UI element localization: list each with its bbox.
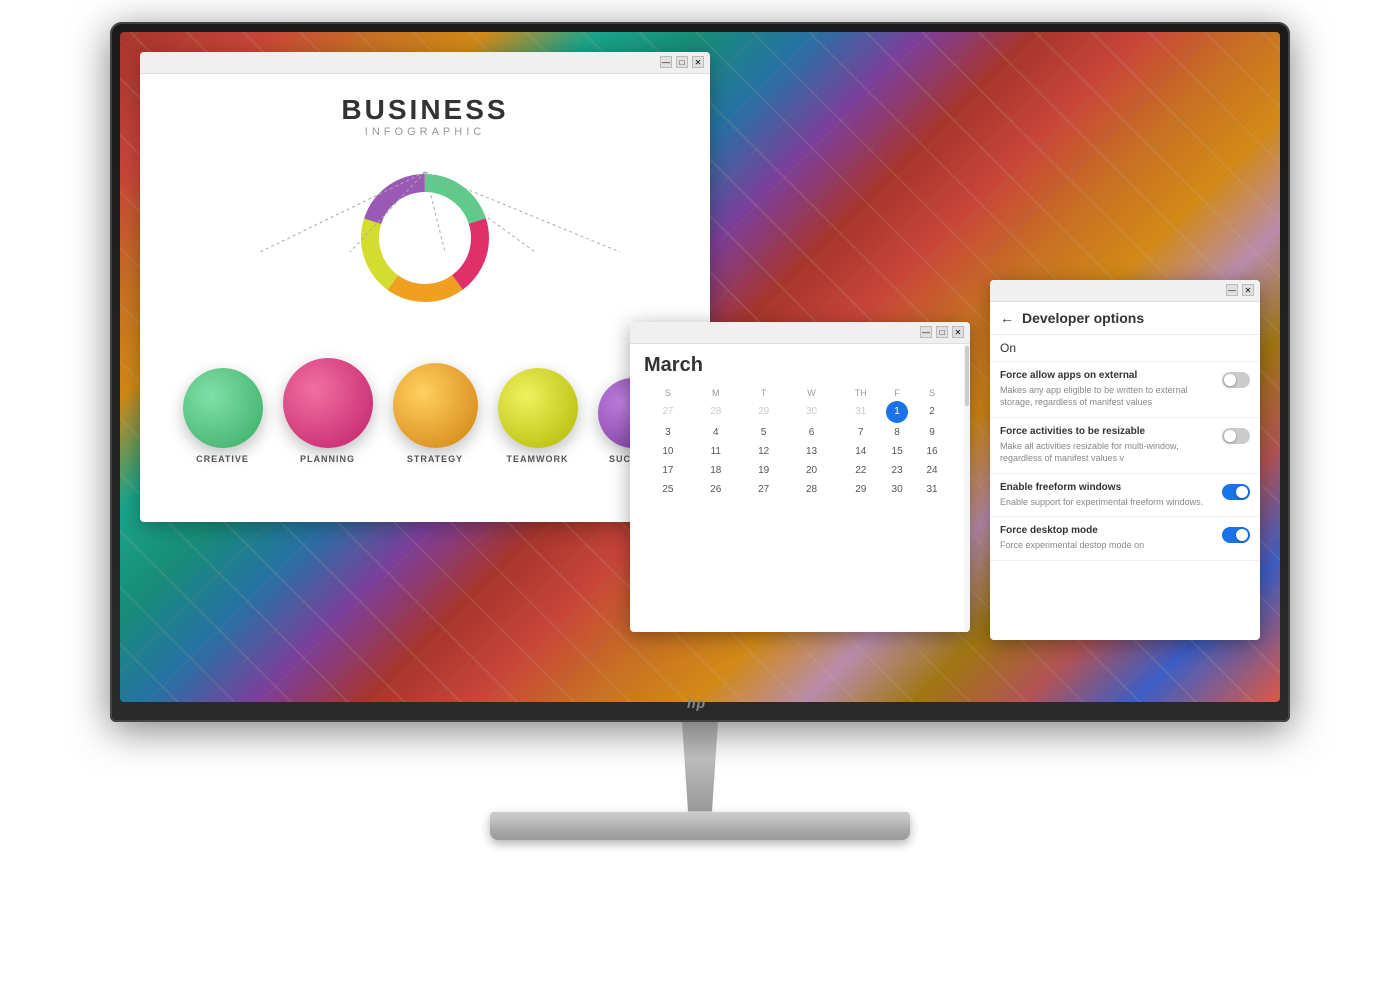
minimize-button[interactable]: —: [660, 56, 672, 68]
devopt-item-text-3: Enable freeform windows Enable support f…: [1000, 482, 1214, 509]
cal-close-button[interactable]: ✕: [952, 326, 964, 338]
devopt-item-title-2: Force activities to be resizable: [1000, 426, 1214, 437]
day-header-th: TH: [835, 385, 886, 401]
maximize-button[interactable]: □: [676, 56, 688, 68]
circle-ball-creative: [183, 368, 263, 448]
circle-planning: PLANNING: [283, 358, 373, 464]
devopt-item-desc-1: Makes any app eligible to be written to …: [1000, 384, 1214, 409]
devopt-title: Developer options: [1022, 310, 1144, 326]
devopt-item-desc-2: Make all activities resizable for multi-…: [1000, 440, 1214, 465]
circle-ball-strategy: [393, 363, 478, 448]
toggle-3[interactable]: [1222, 484, 1250, 500]
circle-ball-teamwork: [498, 368, 578, 448]
circle-strategy: STRATEGY: [393, 363, 478, 464]
cal-minimize-button[interactable]: —: [920, 326, 932, 338]
calendar-week-1: 27 28 29 30 31 1 2: [644, 401, 956, 423]
calendar-titlebar: — □ ✕: [630, 322, 970, 344]
hp-logo: hp: [685, 692, 715, 717]
calendar-week-5: 25 26 27 28 29 30 31: [644, 480, 956, 499]
day-header-f: F: [886, 385, 908, 401]
close-button[interactable]: ✕: [692, 56, 704, 68]
day-header-m: M: [692, 385, 740, 401]
calendar-month: March: [644, 354, 956, 377]
back-icon[interactable]: ←: [1000, 310, 1014, 326]
infographic-title: BUSINESS INFOGRAPHIC: [341, 94, 508, 138]
calendar-grid: S M T W TH F S 27: [644, 385, 956, 499]
devopt-status: On: [990, 335, 1260, 362]
circle-label-strategy: STRATEGY: [407, 454, 463, 464]
monitor-wrapper: — □ ✕ BUSINESS INFOGRAPHIC: [100, 22, 1300, 962]
developer-options-window[interactable]: — ✕ ← Developer options On Force allow a…: [990, 280, 1260, 640]
devopt-titlebar: — ✕: [990, 280, 1260, 302]
toggle-1[interactable]: [1222, 372, 1250, 388]
cal-maximize-button[interactable]: □: [936, 326, 948, 338]
devopt-item-text-2: Force activities to be resizable Make al…: [1000, 426, 1214, 465]
day-header-t1: T: [740, 385, 788, 401]
calendar-week-3: 10 11 12 13 14 15 16: [644, 442, 956, 461]
title-sub: INFOGRAPHIC: [341, 126, 508, 138]
circle-ball-planning: [283, 358, 373, 448]
monitor-bezel: — □ ✕ BUSINESS INFOGRAPHIC: [110, 22, 1290, 722]
calendar-scrollbar-thumb[interactable]: [965, 346, 969, 406]
circle-creative: CREATIVE: [183, 368, 263, 464]
donut-chart: [345, 158, 505, 318]
devopt-item-title-4: Force desktop mode: [1000, 525, 1214, 536]
devopt-item-3: Enable freeform windows Enable support f…: [990, 474, 1260, 518]
svg-text:hp: hp: [687, 695, 706, 711]
devopt-minimize-button[interactable]: —: [1226, 284, 1238, 296]
toggle-4[interactable]: [1222, 527, 1250, 543]
circle-label-creative: CREATIVE: [196, 454, 249, 464]
devopt-item-1: Force allow apps on external Makes any a…: [990, 362, 1260, 418]
monitor-stand-neck: [670, 722, 730, 812]
devopt-item-desc-3: Enable support for experimental freeform…: [1000, 496, 1214, 509]
day-header-w: W: [788, 385, 836, 401]
calendar-week-4: 17 18 19 20 22 23 24: [644, 461, 956, 480]
devopt-close-button[interactable]: ✕: [1242, 284, 1254, 296]
infographic-titlebar: — □ ✕: [140, 52, 710, 74]
calendar-scrollbar[interactable]: [964, 344, 970, 632]
circles-row: CREATIVE PLANNING STRATEGY TEAMWORK: [183, 358, 668, 464]
monitor-stand-base: [490, 812, 910, 840]
devopt-item-text-4: Force desktop mode Force experimental de…: [1000, 525, 1214, 552]
devopt-item-title-1: Force allow apps on external: [1000, 370, 1214, 381]
devopt-item-2: Force activities to be resizable Make al…: [990, 418, 1260, 474]
circle-teamwork: TEAMWORK: [498, 368, 578, 464]
calendar-window[interactable]: — □ ✕ March S M T W TH: [630, 322, 970, 632]
circle-label-teamwork: TEAMWORK: [507, 454, 569, 464]
circle-label-planning: PLANNING: [300, 454, 355, 464]
devopt-item-desc-4: Force experimental destop mode on: [1000, 539, 1214, 552]
devopt-header: ← Developer options: [990, 302, 1260, 335]
calendar-week-2: 3 4 5 6 7 8 9: [644, 423, 956, 442]
toggle-2[interactable]: [1222, 428, 1250, 444]
infographic-content: BUSINESS INFOGRAPHIC: [140, 74, 710, 522]
infographic-window[interactable]: — □ ✕ BUSINESS INFOGRAPHIC: [140, 52, 710, 522]
monitor-screen: — □ ✕ BUSINESS INFOGRAPHIC: [120, 32, 1280, 702]
calendar-body: March S M T W TH F S: [630, 344, 970, 509]
day-header-s1: S: [644, 385, 692, 401]
day-header-s2: S: [908, 385, 956, 401]
title-main: BUSINESS: [341, 94, 508, 126]
devopt-item-title-3: Enable freeform windows: [1000, 482, 1214, 493]
devopt-item-4: Force desktop mode Force experimental de…: [990, 517, 1260, 561]
devopt-item-text-1: Force allow apps on external Makes any a…: [1000, 370, 1214, 409]
